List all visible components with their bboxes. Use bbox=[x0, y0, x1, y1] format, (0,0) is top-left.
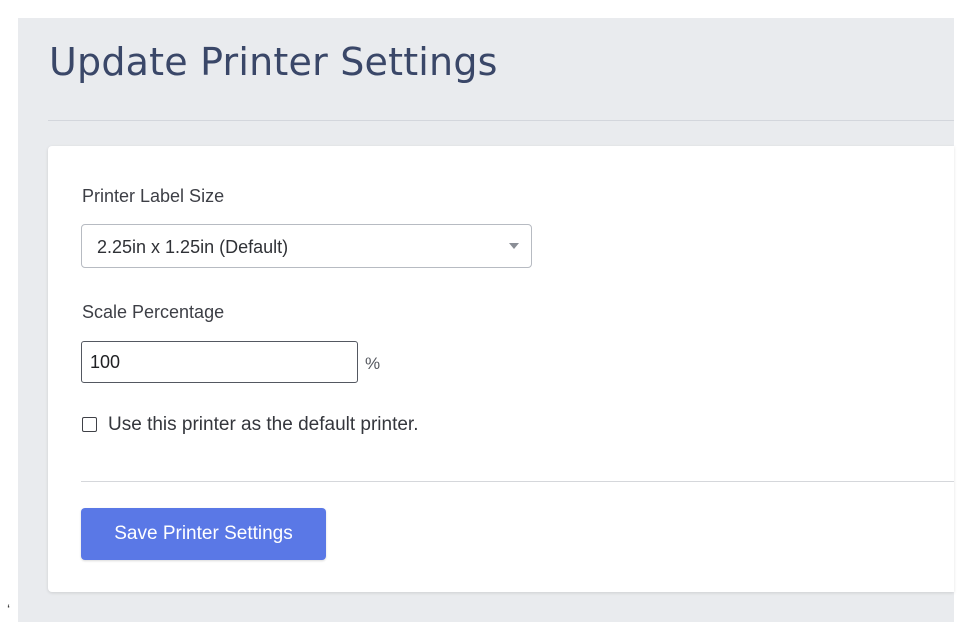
percent-unit: % bbox=[365, 354, 381, 373]
default-printer-checkbox[interactable] bbox=[82, 417, 97, 432]
label-size-select[interactable]: 2.25in x 1.25in (Default) bbox=[81, 224, 532, 268]
stray-mark: ‘ bbox=[7, 601, 11, 617]
scale-percentage-input[interactable] bbox=[81, 341, 358, 383]
scale-percentage-label: Scale Percentage bbox=[82, 302, 225, 322]
caret-down-icon bbox=[509, 243, 519, 249]
label-size-label: Printer Label Size bbox=[82, 186, 225, 206]
page-title: Update Printer Settings bbox=[49, 40, 498, 84]
default-printer-label[interactable]: Use this printer as the default printer. bbox=[108, 414, 419, 436]
form-divider bbox=[81, 481, 954, 482]
title-divider bbox=[48, 120, 954, 121]
save-printer-settings-button[interactable]: Save Printer Settings bbox=[81, 508, 326, 560]
label-size-selected-value: 2.25in x 1.25in (Default) bbox=[97, 237, 289, 257]
